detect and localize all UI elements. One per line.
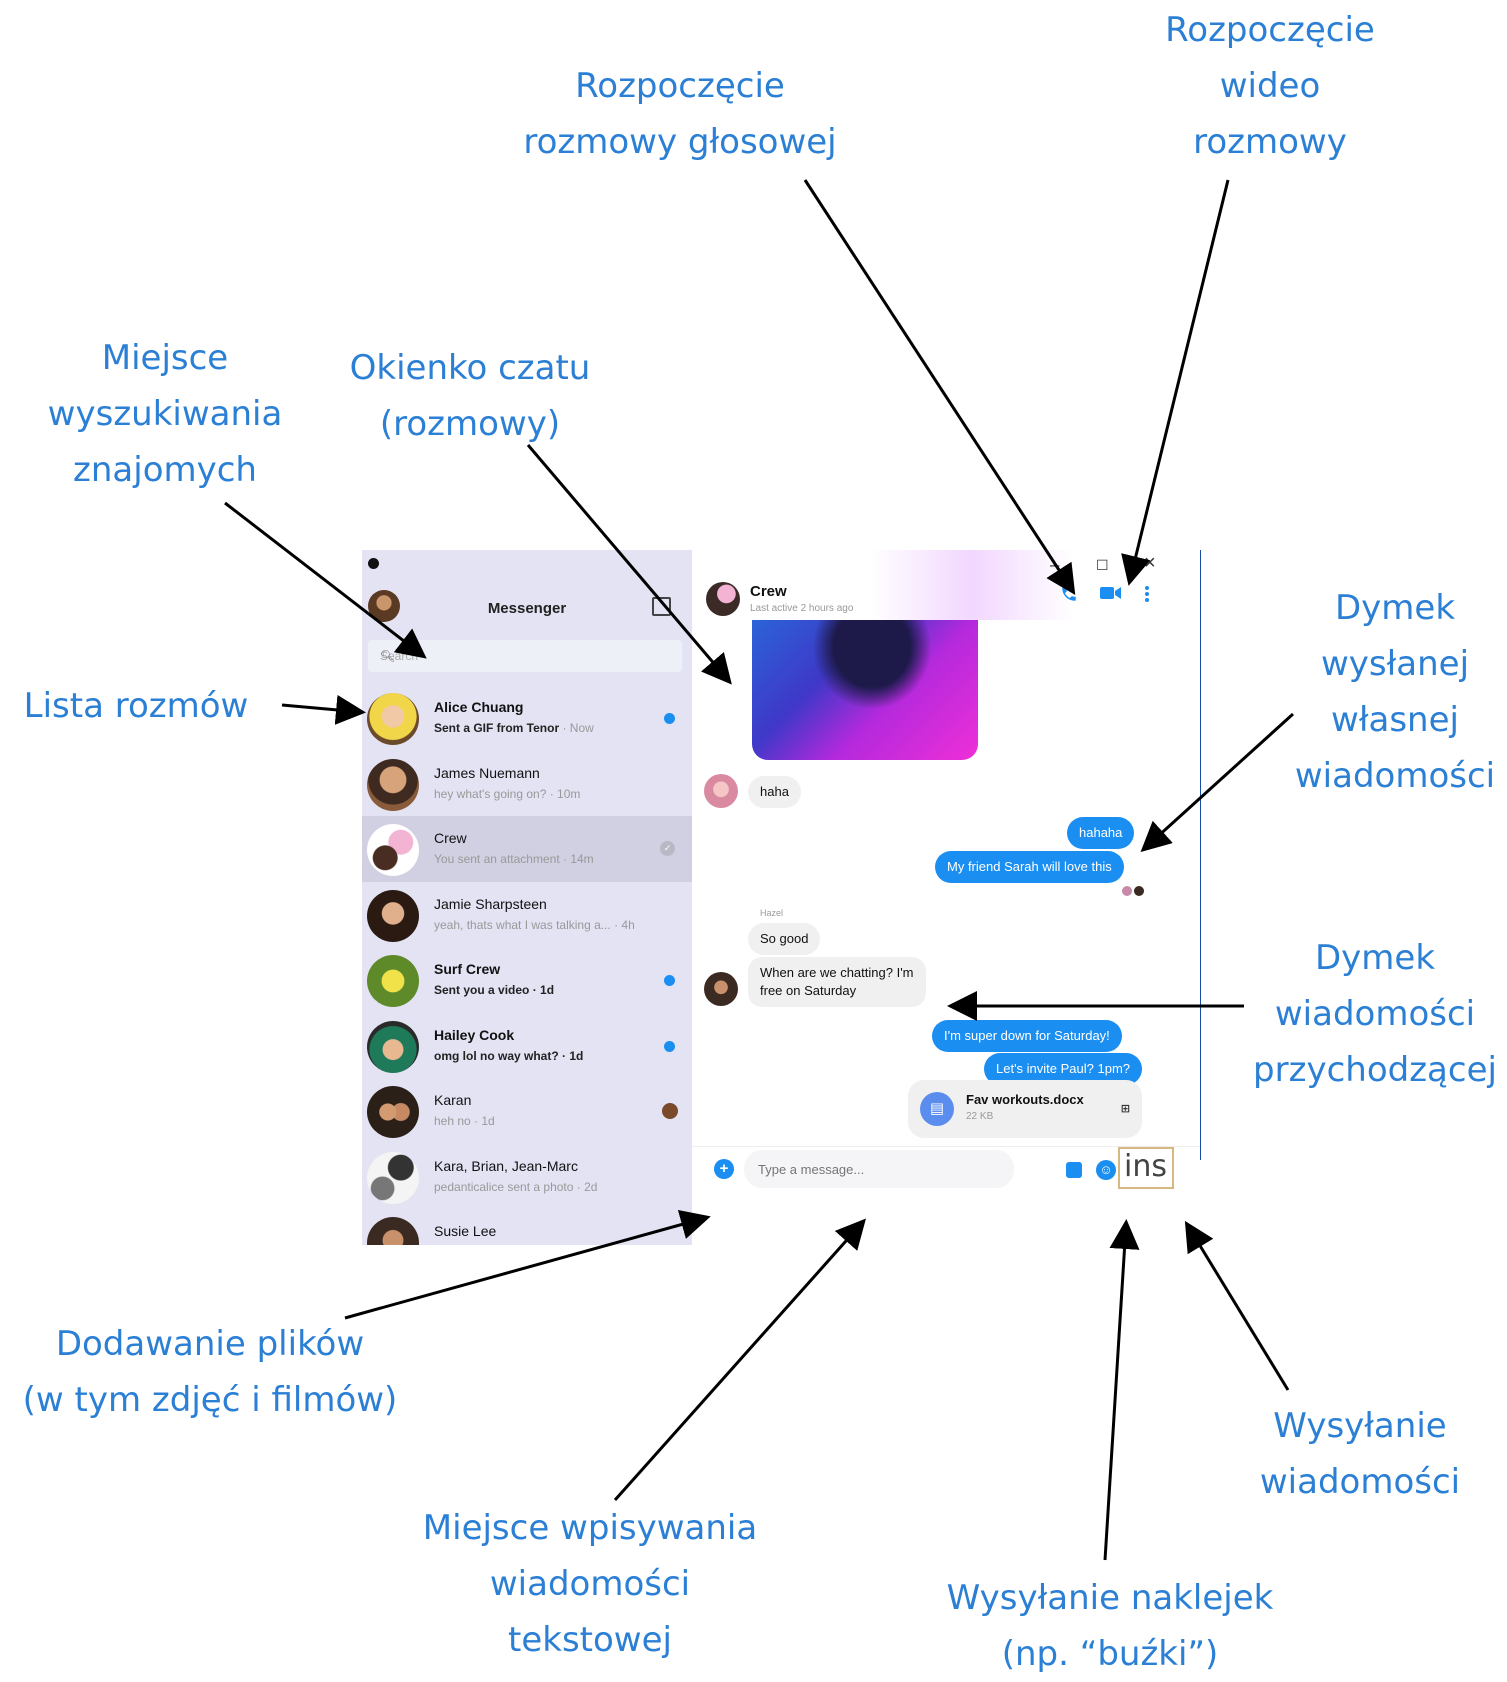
avatar [367,693,419,745]
annotation-search: Miejsce wyszukiwania znajomych [47,338,283,490]
conversation-item[interactable]: Karan heh no · 1d [362,1078,692,1144]
incoming-message-bubble: When are we chatting? I'm free on Saturd… [748,957,926,1007]
arrow-video-call [1121,179,1230,586]
conversation-name: Jamie Sharpsteen [434,895,547,912]
conversation-name: Karan [434,1092,472,1108]
arrow-voice-call [803,179,1076,596]
conversation-item[interactable]: Kara, Brian, Jean-Marc pedanticalice sen… [362,1144,692,1210]
annotation-incoming-bubble: Dymek wiadomości przychodzącej [1253,938,1497,1090]
conversation-preview: Sent you a video · 1d [434,983,555,997]
file-name: Fav workouts.docx [966,1092,1084,1107]
sidebar: Messenger Search 🔍︎ Alice Chuang Sent a … [362,550,692,1245]
annotation-video-call: Rozpoczęcie wideo rozmowy [1165,10,1375,162]
app-title: Messenger [487,600,567,617]
annotation-conversation-list: Lista rozmów [23,686,249,726]
document-icon: ▤ [920,1092,954,1126]
sticker-icon[interactable] [1066,1162,1082,1178]
chat-avatar [706,582,740,616]
shared-photo[interactable] [752,620,978,760]
avatar [704,972,738,1006]
avatar [367,824,419,876]
conversation-preview: hey what's going on? · 10m [434,786,581,801]
conversation-name: Susie Lee [434,1223,497,1239]
conversation-name: James Nuemann [434,764,540,781]
annotation-stickers: Wysyłanie naklejek (np. “buźki”) [946,1578,1274,1674]
conversation-preview: pedanticalice sent a photo · 2d [434,1179,598,1194]
unread-dot [664,1040,675,1052]
chat-status: Last active 2 hours ago [750,603,854,614]
avatar [704,774,738,808]
file-size: 22 KB [966,1111,994,1122]
annotation-attach: Dodawanie plików (w tym zdjęć i filmów) [22,1324,398,1420]
search-input[interactable]: Search 🔍︎ [368,640,682,672]
avatar [367,758,419,811]
avatar [367,1086,419,1138]
conversation-preview: heh no · 1d [434,1114,495,1128]
sent-message-bubble: My friend Sarah will love this [935,851,1124,883]
add-attachment-button[interactable]: + [714,1159,734,1179]
avatar [367,889,419,942]
close-button[interactable]: × [1144,552,1156,575]
unread-dot [664,713,675,724]
read-receipt-avatar [1134,886,1144,896]
conversation-item[interactable]: Surf Crew Sent you a video · 1d [362,947,692,1013]
sent-message-bubble: hahaha [1067,817,1135,849]
compose-icon[interactable] [652,597,671,616]
avatar [367,1020,419,1073]
conversation-name: Surf Crew [434,961,501,977]
chat-header: Crew Last active 2 hours ago – ☐ × [692,550,1201,620]
conversation-preview: You sent an attachment · 14m [434,852,594,866]
emoji-icon[interactable]: ☺ [1096,1160,1116,1180]
messenger-window: Messenger Search 🔍︎ Alice Chuang Sent a … [362,550,1201,1245]
sent-message-bubble: I'm super down for Saturday! [932,1020,1122,1052]
incoming-message-bubble: haha [748,776,801,808]
annotation-message-input: Miejsce wpisywania wiadomości tekstowej [422,1508,758,1660]
messenger-logo-icon [368,558,379,569]
minimize-button[interactable]: – [1050,555,1059,575]
annotation-sent-bubble: Dymek wysłanej własnej wiadomości [1294,588,1496,796]
conversation-name: Crew [434,830,467,846]
maximize-button[interactable]: ☐ [1096,557,1109,574]
read-receipt-avatar [662,1103,678,1119]
conversation-item[interactable]: Crew You sent an attachment · 14m ✓ [362,816,692,882]
conversation-item[interactable]: Hailey Cook omg lol no way what? · 1d [362,1013,692,1079]
annotation-chat-window: Okienko czatu (rozmowy) [349,348,591,444]
arrow-message-input [613,1218,866,1501]
sent-check-icon: ✓ [660,841,675,856]
read-receipt-avatar [1122,886,1132,896]
annotation-voice-call: Rozpoczęcie rozmowy głosowej [523,66,837,162]
chat-pane: Crew Last active 2 hours ago – ☐ × haha … [692,550,1201,1245]
more-options-icon[interactable] [1144,585,1150,603]
phone-call-icon[interactable] [1060,585,1078,603]
conversation-preview: Sent a GIF from Tenor · Now [434,721,594,735]
annotation-send: Wysyłanie wiadomości [1259,1406,1461,1502]
incoming-message-bubble: So good [748,923,821,955]
conversation-item[interactable]: Susie Lee [362,1209,692,1245]
avatar [367,955,419,1007]
conversation-preview: yeah, thats what I was talking a... · 4h [434,917,635,932]
file-attachment[interactable]: ▤ Fav workouts.docx 22 KB ⊞ [908,1080,1142,1138]
download-icon[interactable]: ⊞ [1121,1102,1130,1115]
sender-name: Hazel [760,908,784,918]
arrow-conversation-list [281,694,366,725]
video-call-icon[interactable] [1100,585,1122,601]
unread-dot [664,975,675,986]
conversation-item[interactable]: Jamie Sharpsteen yeah, thats what I was … [362,882,692,948]
conversation-item[interactable]: James Nuemann hey what's going on? · 10m [362,751,692,817]
avatar [367,1217,419,1245]
conversation-preview: omg lol no way what? · 1d [434,1048,584,1063]
send-button[interactable]: ins [1118,1147,1174,1189]
conversation-name: Kara, Brian, Jean-Marc [434,1157,578,1174]
avatar [367,1151,419,1204]
arrow-stickers [1103,1219,1140,1561]
search-icon: 🔍︎ [380,649,396,663]
conversation-list: Alice Chuang Sent a GIF from Tenor · Now… [362,685,692,1245]
conversation-name: Hailey Cook [434,1026,515,1043]
conversation-item[interactable]: Alice Chuang Sent a GIF from Tenor · Now [362,685,692,751]
conversation-name: Alice Chuang [434,699,524,715]
chat-title: Crew [750,583,787,600]
arrow-send [1184,1220,1290,1391]
message-input[interactable] [744,1150,1014,1188]
